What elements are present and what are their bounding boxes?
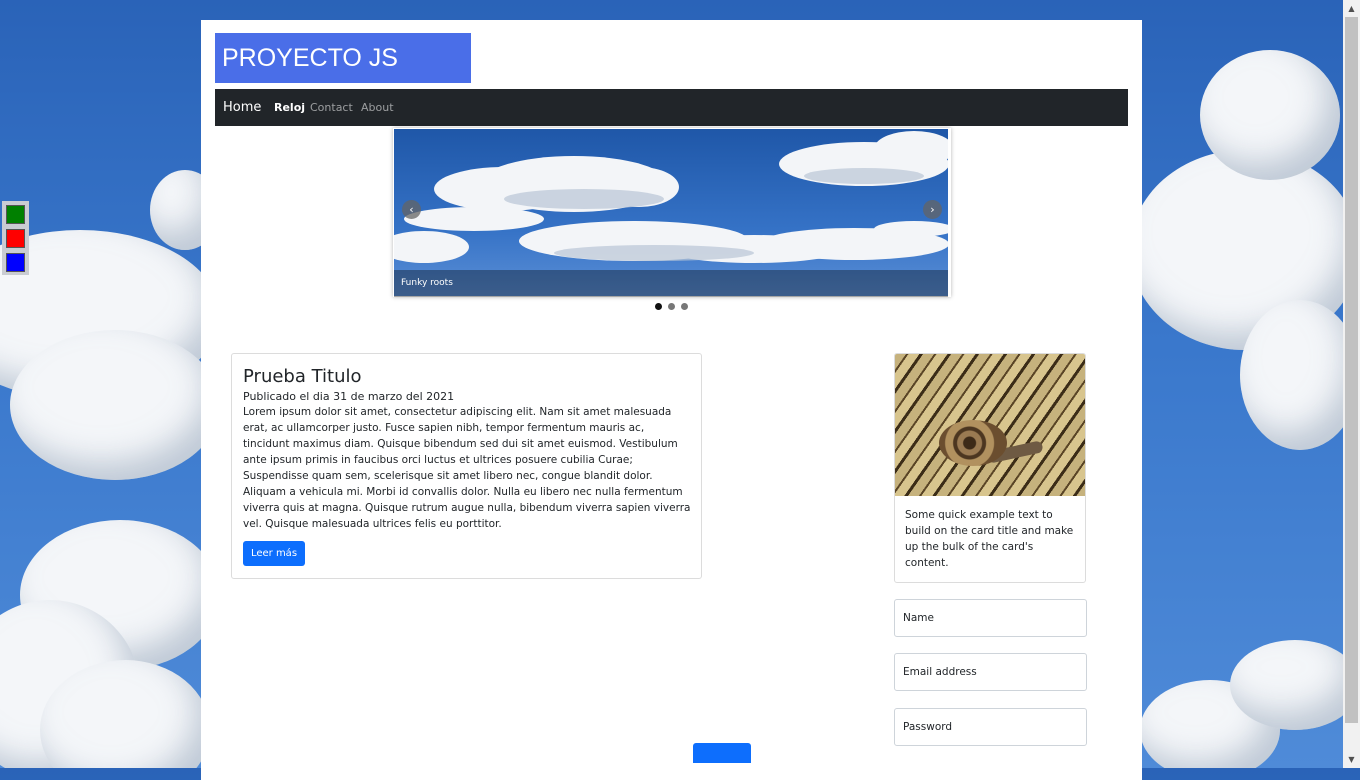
carousel-next-button[interactable]: › (923, 200, 942, 219)
sidebar-card: Some quick example text to build on the … (894, 353, 1086, 583)
post-date: Publicado el dia 31 de marzo del 2021 (243, 390, 455, 403)
theme-switcher (2, 201, 29, 275)
post-card: Prueba Titulo Publicado el dia 31 de mar… (231, 353, 702, 579)
post-title: Prueba Titulo (243, 366, 362, 387)
submit-button[interactable] (693, 743, 751, 763)
carousel-indicator-2[interactable] (668, 303, 675, 310)
chevron-left-icon: ‹ (409, 203, 414, 216)
theme-blue-swatch[interactable] (6, 253, 25, 272)
chevron-right-icon: › (930, 203, 935, 216)
theme-green-swatch[interactable] (6, 205, 25, 224)
scroll-down-icon[interactable]: ▼ (1343, 751, 1360, 768)
name-field[interactable]: Name (894, 599, 1087, 637)
brand-title[interactable]: PROYECTO JS (215, 33, 471, 83)
card-text: Some quick example text to build on the … (905, 509, 1074, 569)
theme-red-swatch[interactable] (6, 229, 25, 248)
read-more-button[interactable]: Leer más (243, 541, 305, 566)
carousel-indicator-1[interactable] (655, 303, 662, 310)
password-field-label: Password (903, 721, 953, 733)
scroll-thumb[interactable] (1345, 17, 1358, 723)
nav-item-about[interactable]: About (361, 101, 394, 114)
nav-home-link[interactable]: Home (223, 100, 261, 115)
page-scrollbar[interactable]: ▲ ▼ (1343, 0, 1360, 768)
email-field-label: Email address (903, 666, 977, 678)
nav-item-reloj[interactable]: Reloj (274, 101, 305, 114)
carousel-indicator-3[interactable] (681, 303, 688, 310)
post-body: Lorem ipsum dolor sit amet, consectetur … (243, 406, 691, 530)
password-field[interactable]: Password (894, 708, 1087, 746)
email-field[interactable]: Email address (894, 653, 1087, 691)
nav-item-contact[interactable]: Contact (310, 101, 353, 114)
name-field-label: Name (903, 612, 934, 624)
page-container: PROYECTO JS Home Reloj Contact About ‹ ›… (201, 20, 1142, 780)
carousel-prev-button[interactable]: ‹ (402, 200, 421, 219)
scroll-up-icon[interactable]: ▲ (1343, 0, 1360, 17)
main-navbar: Home Reloj Contact About (215, 89, 1128, 126)
snail-image (895, 354, 1085, 496)
image-carousel: ‹ › Funky roots (393, 128, 951, 297)
carousel-caption: Funky roots (394, 270, 948, 297)
